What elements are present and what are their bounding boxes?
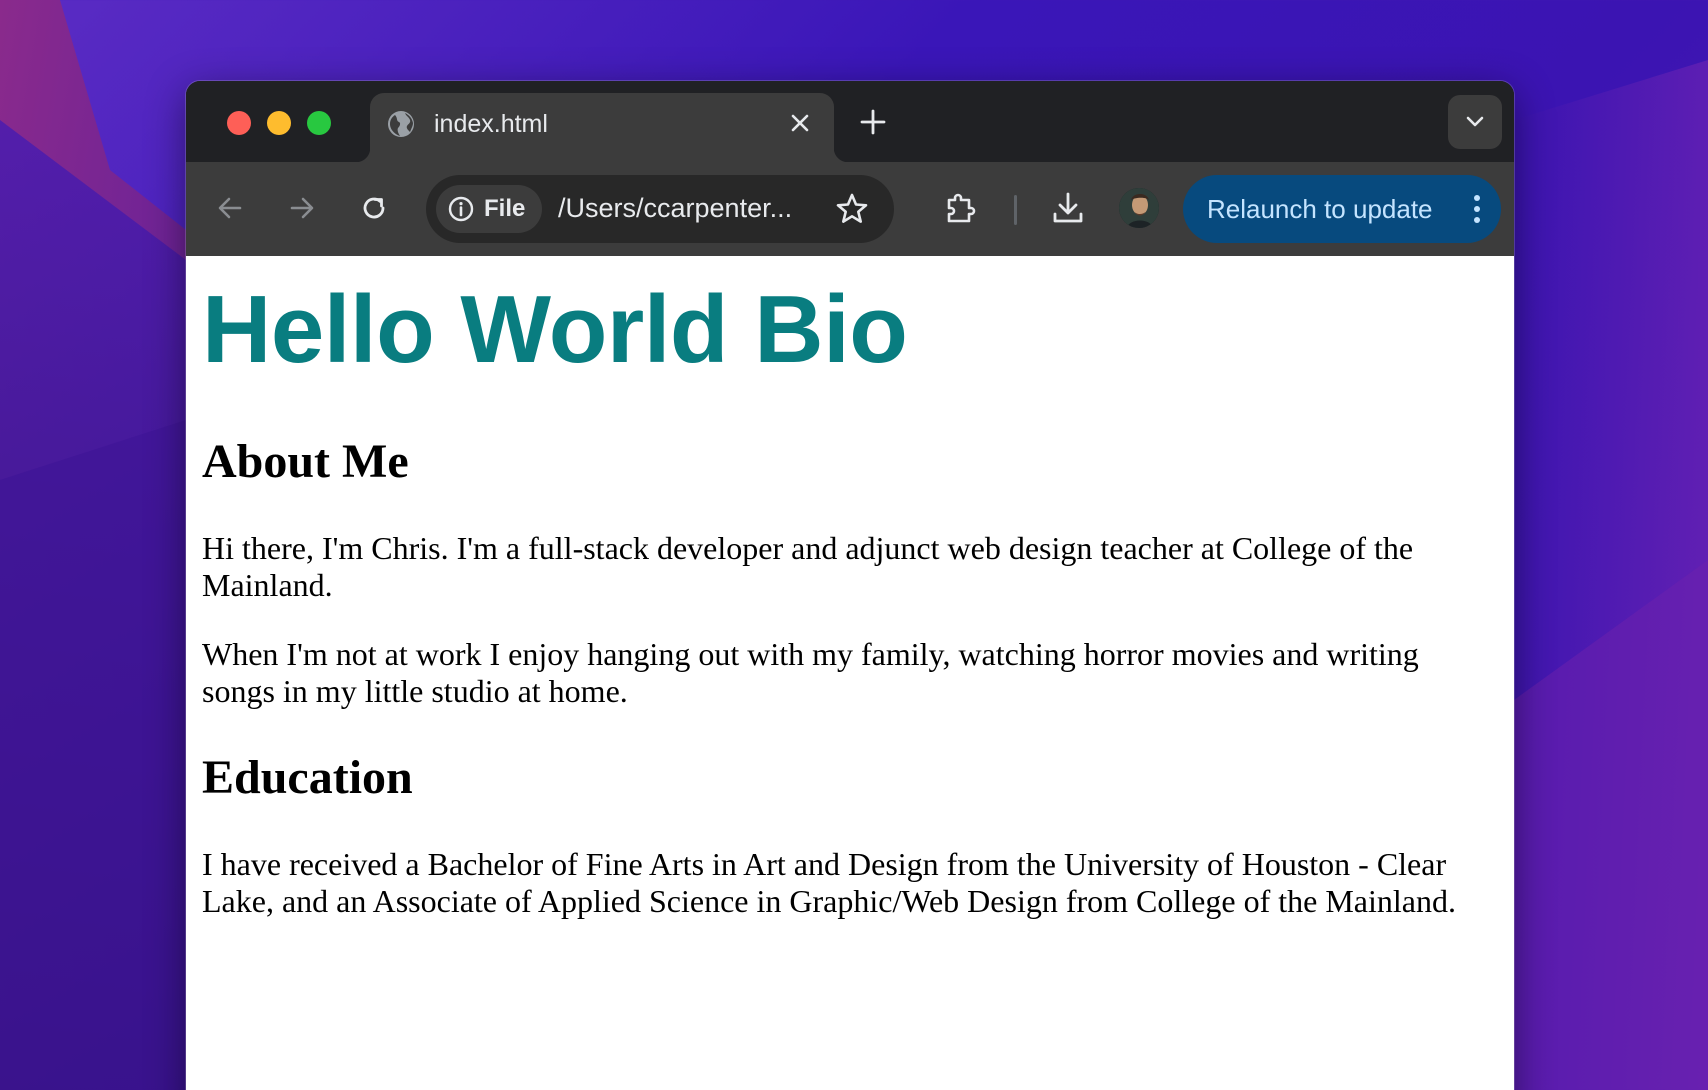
- download-icon[interactable]: [1046, 186, 1090, 230]
- info-icon: [448, 196, 474, 222]
- browser-window: index.html File /Users/ccarpenter... Rel…: [186, 81, 1514, 1090]
- education-paragraph: I have received a Bachelor of Fine Arts …: [202, 846, 1456, 919]
- profile-avatar[interactable]: [1119, 188, 1159, 228]
- chevron-down-icon[interactable]: [1448, 95, 1502, 149]
- plus-icon[interactable]: [856, 105, 890, 139]
- relaunch-label: Relaunch to update: [1207, 194, 1433, 224]
- toolbar: File /Users/ccarpenter... Relaunch to up…: [186, 162, 1514, 256]
- zoom-window-button[interactable]: [307, 111, 331, 135]
- about-me-heading: About Me: [202, 435, 409, 488]
- scheme-label: File: [484, 195, 526, 222]
- tab-strip: index.html: [186, 81, 1514, 162]
- minimize-window-button[interactable]: [267, 111, 291, 135]
- page-title: Hello World Bio: [202, 276, 908, 383]
- globe-icon: [386, 109, 416, 139]
- more-vertical-icon[interactable]: [1471, 193, 1483, 225]
- tab-index-html[interactable]: index.html: [356, 93, 848, 162]
- toolbar-separator: [1014, 195, 1017, 225]
- star-icon[interactable]: [834, 191, 870, 227]
- close-icon[interactable]: [786, 109, 814, 137]
- reload-icon[interactable]: [354, 188, 394, 228]
- relaunch-to-update-button[interactable]: Relaunch to update: [1183, 175, 1501, 243]
- close-window-button[interactable]: [227, 111, 251, 135]
- education-heading: Education: [202, 751, 413, 804]
- arrow-left-icon[interactable]: [210, 188, 250, 228]
- url-text[interactable]: /Users/ccarpenter...: [558, 193, 792, 224]
- about-me-paragraph-2: When I'm not at work I enjoy hanging out…: [202, 636, 1419, 709]
- puzzle-icon[interactable]: [938, 186, 982, 230]
- address-bar[interactable]: File /Users/ccarpenter...: [426, 175, 894, 243]
- arrow-right-icon[interactable]: [282, 188, 322, 228]
- about-me-paragraph-1: Hi there, I'm Chris. I'm a full-stack de…: [202, 530, 1414, 603]
- site-info-chip[interactable]: File: [436, 185, 542, 233]
- page-viewport: Hello World Bio About Me Hi there, I'm C…: [186, 256, 1514, 1090]
- tab-title: index.html: [434, 110, 548, 138]
